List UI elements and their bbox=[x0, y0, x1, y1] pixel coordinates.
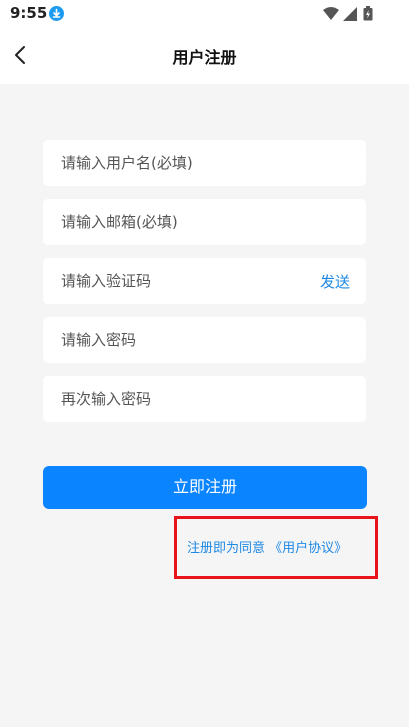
send-code-button[interactable]: 发送 bbox=[320, 271, 350, 292]
wifi-icon bbox=[323, 6, 339, 25]
username-input[interactable] bbox=[61, 140, 301, 186]
password-input[interactable] bbox=[61, 317, 301, 363]
download-badge-icon bbox=[49, 6, 64, 21]
status-time: 9:55 bbox=[10, 4, 48, 22]
verification-code-field[interactable]: 发送 bbox=[43, 258, 366, 304]
signal-icon bbox=[343, 6, 357, 25]
confirm-password-field[interactable] bbox=[43, 376, 366, 422]
user-agreement-link[interactable]: 注册即为同意 《用户协议》 bbox=[187, 537, 347, 556]
agreement-highlight-box: 注册即为同意 《用户协议》 bbox=[174, 516, 378, 579]
status-bar: 9:55 bbox=[0, 0, 409, 28]
nav-bar: 用户注册 bbox=[0, 28, 409, 84]
verification-code-input[interactable] bbox=[61, 258, 301, 304]
password-field[interactable] bbox=[43, 317, 366, 363]
confirm-password-input[interactable] bbox=[61, 376, 301, 422]
register-button[interactable]: 立即注册 bbox=[43, 466, 367, 509]
battery-icon bbox=[363, 6, 373, 25]
email-field[interactable] bbox=[43, 199, 366, 245]
email-input[interactable] bbox=[61, 199, 301, 245]
username-field[interactable] bbox=[43, 140, 366, 186]
page-title: 用户注册 bbox=[172, 48, 237, 67]
